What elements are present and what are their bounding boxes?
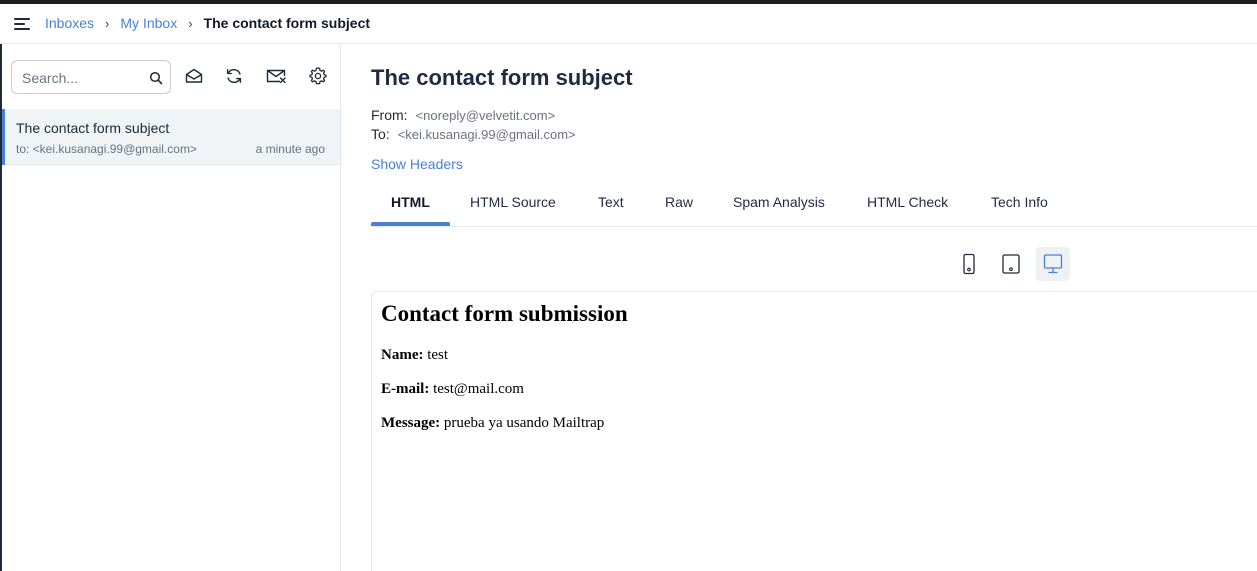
email-heading: Contact form submission [381,301,628,326]
mobile-icon[interactable] [952,247,986,281]
email-label: E-mail: [381,381,430,397]
message-timestamp: a minute ago [255,142,325,156]
active-tab-indicator [371,222,450,226]
show-headers-link[interactable]: Show Headers [371,156,463,172]
window-left-edge [0,44,2,571]
email-value: test@mail.com [433,381,524,397]
to-label: To: [371,126,390,142]
email-preview: Contact form submission Name: test E-mai… [371,291,1257,571]
tab-html-source[interactable]: HTML Source [470,194,556,210]
clear-inbox-icon[interactable] [266,66,286,86]
message-list-item[interactable]: The contact form subject to: <kei.kusana… [0,109,340,165]
email-name-line: Name: test [381,347,448,364]
search-icon[interactable] [149,71,163,85]
tab-spam-analysis[interactable]: Spam Analysis [733,194,825,210]
message-recipient: to: <kei.kusanagi.99@gmail.com> [16,142,197,156]
name-label: Name: [381,347,424,363]
name-value: test [427,347,449,363]
from-address: <noreply@velvetit.com> [415,108,556,123]
desktop-icon[interactable] [1036,247,1070,281]
breadcrumb-inboxes[interactable]: Inboxes [45,15,94,31]
message-tabs: HTML HTML Source Text Raw Spam Analysis … [371,184,1257,227]
tab-tech-info[interactable]: Tech Info [991,194,1048,210]
refresh-icon[interactable] [224,66,244,86]
tab-html-check[interactable]: HTML Check [867,194,948,210]
email-email-line: E-mail: test@mail.com [381,381,524,398]
to-line: To: <kei.kusanagi.99@gmail.com> [371,126,576,142]
message-view: The contact form subject From: <noreply@v… [341,44,1257,571]
tablet-icon[interactable] [994,247,1028,281]
tab-html[interactable]: HTML [391,194,430,210]
hamburger-menu-icon[interactable] [14,17,32,31]
message-list-sidebar: The contact form subject to: <kei.kusana… [0,44,341,571]
to-address: <kei.kusanagi.99@gmail.com> [397,127,576,142]
tab-text[interactable]: Text [598,194,624,210]
message-value: prueba ya usando Mailtrap [443,415,605,431]
message-subject: The contact form subject [16,120,170,136]
top-header: Inboxes › My Inbox › The contact form su… [0,4,1257,44]
message-title: The contact form subject [371,65,633,90]
envelope-open-icon[interactable] [184,66,204,86]
breadcrumb-separator: › [188,15,193,31]
search-box [11,60,171,94]
message-label: Message: [381,415,441,431]
email-message-line: Message: prueba ya usando Mailtrap [381,415,604,432]
breadcrumb-current: The contact form subject [203,15,371,31]
breadcrumb: Inboxes › My Inbox › The contact form su… [45,15,370,31]
breadcrumb-my-inbox[interactable]: My Inbox [120,15,177,31]
from-line: From: <noreply@velvetit.com> [371,107,555,123]
from-label: From: [371,107,408,123]
tab-raw[interactable]: Raw [665,194,693,210]
search-input[interactable] [22,68,142,88]
breadcrumb-separator: › [105,15,110,31]
gear-icon[interactable] [308,66,328,86]
